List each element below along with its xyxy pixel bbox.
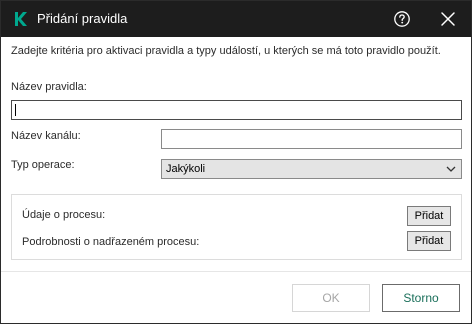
- channel-name-input[interactable]: [161, 129, 462, 149]
- cancel-button[interactable]: Storno: [382, 284, 460, 312]
- process-data-label: Údaje o procesu:: [22, 209, 106, 221]
- rule-name-label: Název pravidla:: [11, 81, 87, 93]
- add-rule-dialog: Přidání pravidla Zadejte kritéria pro ak…: [0, 0, 472, 324]
- operation-type-value: Jakýkoli: [166, 163, 206, 175]
- text-caret: [15, 104, 16, 116]
- operation-type-select[interactable]: Jakýkoli: [161, 159, 462, 179]
- title-bar: Přidání pravidla: [1, 1, 471, 37]
- ok-button[interactable]: OK: [292, 284, 370, 312]
- add-process-data-button[interactable]: Přidat: [407, 206, 451, 226]
- dialog-title: Přidání pravidla: [37, 11, 128, 26]
- process-criteria-panel: Údaje o procesu: Přidat Podrobnosti o na…: [11, 194, 462, 260]
- rule-name-input[interactable]: [11, 100, 462, 120]
- add-parent-process-button[interactable]: Přidat: [407, 231, 451, 251]
- help-icon[interactable]: [393, 10, 411, 28]
- chevron-down-icon: [446, 166, 456, 172]
- footer-divider: [1, 271, 471, 272]
- parent-process-label: Podrobnosti o nadřazeném procesu:: [22, 236, 200, 248]
- operation-type-label: Typ operace:: [11, 159, 75, 171]
- dialog-description: Zadejte kritéria pro aktivaci pravidla a…: [11, 45, 441, 57]
- channel-name-label: Název kanálu:: [11, 130, 81, 142]
- close-icon[interactable]: [440, 11, 456, 27]
- kaspersky-logo-icon: [15, 12, 27, 26]
